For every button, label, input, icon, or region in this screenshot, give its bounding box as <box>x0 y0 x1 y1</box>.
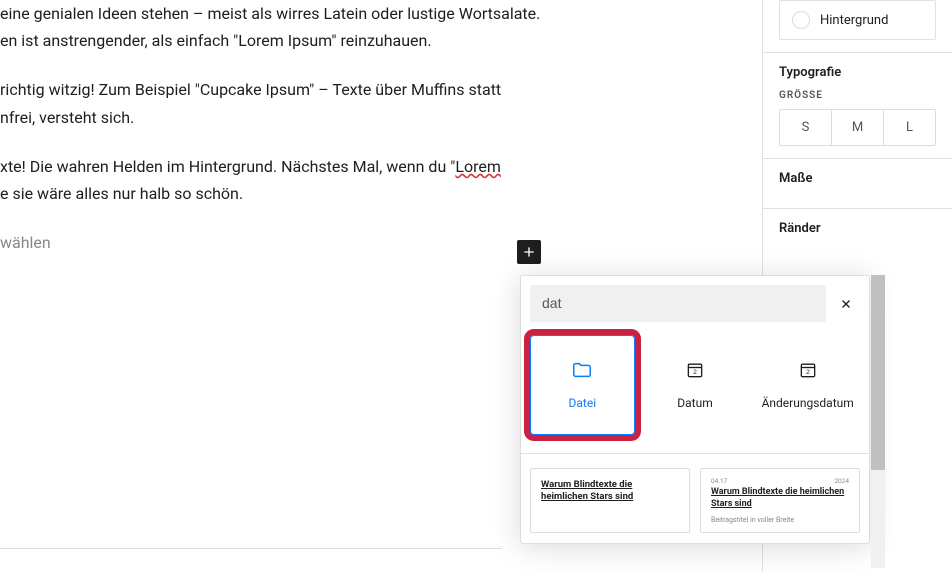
close-icon <box>839 297 853 311</box>
paragraph-line: xte! Die wahren Helden im Hintergrund. N… <box>0 157 455 176</box>
folder-icon <box>570 358 594 382</box>
paragraph-line: eine genialen Ideen stehen – meist als w… <box>0 4 540 23</box>
pattern-card[interactable]: 04.17 2024 Warum Blindtexte die heimlich… <box>700 468 860 533</box>
margins-title: Ränder <box>779 221 936 236</box>
block-search-wrap[interactable] <box>530 285 826 322</box>
bottom-divider <box>0 548 502 549</box>
typography-title: Typografie <box>779 65 936 80</box>
block-label: Datei <box>569 396 597 412</box>
svg-text:2: 2 <box>806 369 810 376</box>
size-l-button[interactable]: L <box>884 110 935 145</box>
block-label: Änderungsdatum <box>762 396 854 412</box>
block-label: Datum <box>677 396 712 412</box>
color-swatch-icon <box>792 11 810 29</box>
paragraph-line: e sie wäre alles nur halb so schön. <box>0 184 243 203</box>
paragraph-line: richtig witzig! Zum Beispiel "Cupcake Ip… <box>0 80 501 99</box>
size-selector: S M L <box>779 109 936 146</box>
paragraph-line: nfrei, versteht sich. <box>0 108 134 127</box>
size-m-button[interactable]: M <box>832 110 884 145</box>
pattern-subtitle: Beitragstitel in voller Breite <box>711 516 849 524</box>
pattern-card[interactable]: Warum Blindtexte die heimlichen Stars si… <box>530 468 690 533</box>
block-aenderungsdatum[interactable]: 2 Änderungsdatum <box>755 335 860 435</box>
block-datum[interactable]: 2 Datum <box>643 335 748 435</box>
pattern-meta-right: 2024 <box>834 477 849 485</box>
block-search-input[interactable] <box>542 295 814 311</box>
block-inserter-popover: Datei 2 Datum 2 Änderungsdatum Warum Bli… <box>520 275 870 544</box>
block-placeholder[interactable]: wählen <box>0 229 750 256</box>
paragraph-line: en ist anstrengender, als einfach "Lorem… <box>0 31 432 50</box>
svg-text:2: 2 <box>693 369 697 376</box>
add-block-button[interactable] <box>517 240 541 264</box>
size-label: GRÖSSE <box>779 90 936 101</box>
spellcheck-word: Lorem <box>455 157 501 176</box>
dimensions-title: Maße <box>779 171 936 186</box>
background-color-row[interactable]: Hintergrund <box>779 0 936 40</box>
calendar-icon: 2 <box>796 358 820 382</box>
inserter-scrollbar-thumb[interactable] <box>871 275 885 470</box>
background-label: Hintergrund <box>820 13 888 28</box>
pattern-title: Warum Blindtexte die heimlichen Stars si… <box>541 479 679 504</box>
pattern-title: Warum Blindtexte die heimlichen Stars si… <box>711 487 849 510</box>
size-s-button[interactable]: S <box>780 110 832 145</box>
calendar-icon: 2 <box>683 358 707 382</box>
plus-icon <box>521 244 537 260</box>
inserter-scrollbar-track[interactable] <box>871 275 885 568</box>
divider <box>521 453 869 454</box>
pattern-meta-left: 04.17 <box>711 477 727 485</box>
close-inserter-button[interactable] <box>832 290 860 318</box>
block-datei[interactable]: Datei <box>530 335 635 435</box>
